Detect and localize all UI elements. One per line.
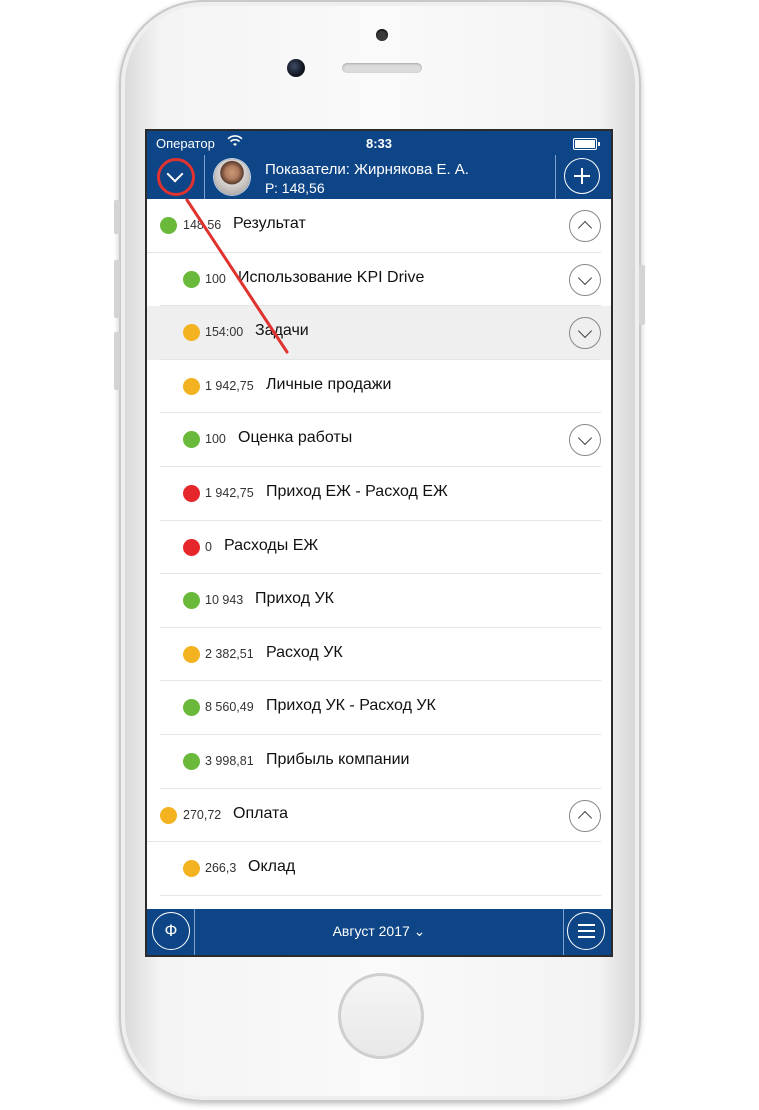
kpi-value: 1 942,75: [205, 378, 254, 393]
kpi-value: 154:00: [205, 325, 244, 340]
status-dot-icon: [160, 217, 177, 234]
expand-toggle-chevron-down-icon[interactable]: [569, 424, 601, 457]
collapse-toggle-chevron-up-icon[interactable]: [569, 799, 601, 832]
kpi-label: Личные продажи: [266, 375, 392, 393]
status-dot-icon: [183, 431, 200, 449]
status-dot-icon: [183, 860, 200, 878]
kpi-value: 3 998,81: [205, 753, 254, 768]
kpi-value: 0: [205, 539, 212, 554]
mute-switch: [114, 200, 120, 234]
kpi-list: 148,56 Результат 100 Использование KPI Driv…: [147, 199, 611, 896]
hamburger-menu-icon: [567, 912, 605, 950]
kpi-value: 10 943: [205, 593, 244, 608]
kpi-row[interactable]: 1 942,75 Приход ЕЖ - Расход ЕЖ: [147, 467, 611, 521]
status-dot-icon: [160, 806, 177, 824]
status-dot-icon: [183, 645, 200, 663]
kpi-value: 266,3: [205, 861, 237, 876]
kpi-label: Результат: [233, 215, 306, 232]
status-dot-icon: [183, 377, 200, 395]
add-button[interactable]: [555, 155, 611, 199]
status-dot-icon: [183, 484, 200, 502]
kpi-row[interactable]: 1 942,75 Личные продажи: [147, 360, 611, 414]
earpiece-speaker: [342, 63, 422, 73]
kpi-row[interactable]: 2 382,51 Расход УК: [147, 628, 611, 682]
collapse-all-button[interactable]: [147, 155, 205, 199]
proximity-sensor: [376, 29, 388, 41]
status-dot-icon: [183, 752, 200, 770]
expand-toggle-chevron-down-icon[interactable]: [569, 317, 601, 350]
bottom-bar: Ф Август 2017 ⌄: [147, 909, 611, 955]
plus-icon: [564, 158, 600, 194]
expand-toggle-chevron-down-icon[interactable]: [569, 263, 601, 296]
kpi-label: Прибыль компании: [266, 750, 410, 768]
status-dot-icon: [183, 324, 200, 342]
volume-up-button: [114, 260, 120, 318]
menu-button[interactable]: [563, 909, 611, 955]
kpi-row[interactable]: 100 Оценка работы: [147, 413, 611, 467]
kpi-value: 2 382,51: [205, 646, 254, 661]
app-screen: Оператор 8:33 Показатели: Жирнякова Е. А…: [145, 129, 613, 957]
kpi-label: Приход ЕЖ - Расход ЕЖ: [266, 482, 448, 500]
kpi-value: 8 560,49: [205, 700, 254, 715]
status-bar: Оператор 8:33: [147, 131, 611, 155]
kpi-value: 148,56: [183, 218, 222, 232]
status-dot-icon: [183, 538, 200, 556]
collapse-toggle-chevron-up-icon[interactable]: [569, 210, 601, 242]
kpi-label: Расходы ЕЖ: [224, 536, 319, 554]
home-button[interactable]: [338, 973, 424, 1059]
kpi-row[interactable]: 8 560,49 Приход УК - Расход УК: [147, 681, 611, 735]
kpi-value: 100: [205, 432, 226, 447]
kpi-row[interactable]: 10 943 Приход УК: [147, 574, 611, 628]
kpi-label: Оценка работы: [238, 429, 353, 447]
status-time: 8:33: [365, 136, 393, 151]
kpi-row[interactable]: 3 998,81 Прибыль компании: [147, 735, 611, 789]
status-dot-icon: [183, 270, 200, 288]
kpi-value: 270,72: [183, 807, 222, 822]
kpi-label: Задачи: [255, 322, 309, 340]
kpi-row[interactable]: 148,56 Результат: [147, 199, 611, 253]
row-divider: [160, 894, 601, 896]
kpi-row[interactable]: 270,72 Оплата: [147, 789, 611, 843]
avatar[interactable]: [214, 159, 250, 195]
period-selector[interactable]: Август 2017 ⌄: [147, 923, 611, 940]
front-camera: [287, 59, 305, 77]
battery-icon: [573, 138, 600, 150]
kpi-row[interactable]: 266,3 Оклад: [147, 842, 611, 896]
kpi-label: Использование KPI Drive: [238, 268, 425, 286]
kpi-label: Оклад: [248, 858, 296, 876]
kpi-label: Расход УК: [266, 643, 343, 661]
kpi-row[interactable]: 0 Расходы ЕЖ: [147, 521, 611, 575]
power-button: [639, 265, 645, 325]
kpi-row[interactable]: 154:00 Задачи: [147, 306, 611, 360]
kpi-label: Приход УК - Расход УК: [266, 697, 436, 715]
result-summary: Р: 148,56: [265, 180, 325, 196]
kpi-value: 100: [205, 271, 226, 286]
status-dot-icon: [183, 592, 200, 610]
kpi-value: 1 942,75: [205, 485, 254, 500]
kpi-label: Оплата: [233, 804, 289, 822]
page-title: Показатели: Жирнякова Е. А.: [265, 161, 469, 178]
volume-down-button: [114, 332, 120, 390]
app-header: Показатели: Жирнякова Е. А. Р: 148,56: [147, 155, 611, 199]
status-dot-icon: [183, 699, 200, 717]
kpi-row[interactable]: 100 Использование KPI Drive: [147, 253, 611, 307]
kpi-label: Приход УК: [255, 590, 334, 608]
